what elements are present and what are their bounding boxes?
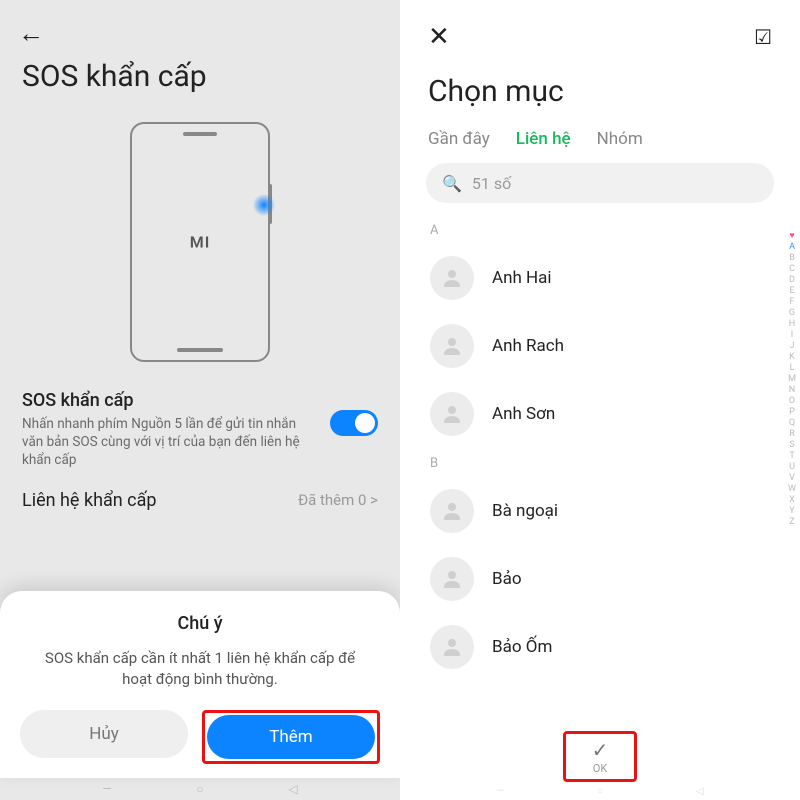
heart-icon[interactable]: ♥ (789, 230, 794, 241)
contact-name: Bảo Ốm (492, 637, 770, 657)
power-button-highlight (253, 194, 275, 216)
add-button-highlight: Thêm (202, 710, 380, 764)
alpha-letter[interactable]: U (789, 462, 795, 472)
alpha-letter[interactable]: R (789, 429, 795, 439)
setting-description: Nhấn nhanh phím Nguồn 5 lần để gửi tin n… (22, 415, 318, 470)
attention-sheet: Chú ý SOS khẩn cấp cần ít nhất 1 liên hệ… (0, 591, 400, 778)
phone-illustration: MI (0, 112, 400, 390)
alpha-letter[interactable]: D (789, 275, 795, 285)
contact-row[interactable]: Bảo Ốm (400, 613, 800, 681)
check-icon[interactable]: ✓ (592, 740, 609, 760)
close-icon[interactable]: ✕ (428, 22, 450, 52)
alpha-letter[interactable]: C (789, 264, 795, 274)
alpha-letter[interactable]: E (789, 286, 794, 296)
search-placeholder: 51 số (472, 174, 511, 193)
alpha-letter[interactable]: L (790, 363, 795, 373)
picker-title: Chọn mục (400, 60, 800, 129)
alpha-letter[interactable]: O (789, 396, 795, 406)
alpha-letter[interactable]: Y (789, 506, 794, 516)
contact-name: Anh Hai (492, 268, 770, 288)
ok-button[interactable]: OK (592, 762, 609, 775)
alpha-letter[interactable]: S (789, 440, 794, 450)
ok-button-highlight: ✓ OK (563, 731, 638, 782)
section-header-b: B (400, 448, 800, 477)
alpha-letter[interactable]: F (790, 297, 795, 307)
alpha-letter[interactable]: J (790, 341, 795, 351)
alpha-letter[interactable]: I (791, 330, 793, 340)
contact-row[interactable]: Bà ngoại (400, 477, 800, 545)
avatar-icon (430, 392, 474, 436)
nav-bar: —○◁ (0, 782, 400, 796)
tab-recent[interactable]: Gần đây (428, 129, 490, 149)
contact-name: Bảo (492, 569, 770, 589)
emergency-contacts-label: Liên hệ khẩn cấp (22, 490, 157, 511)
add-button[interactable]: Thêm (207, 715, 375, 759)
sos-toggle-row: SOS khẩn cấp Nhấn nhanh phím Nguồn 5 lần… (0, 390, 400, 486)
sheet-title: Chú ý (20, 613, 380, 634)
multiselect-icon[interactable]: ☑ (754, 25, 772, 49)
alpha-letter[interactable]: B (789, 253, 795, 263)
setting-title: SOS khẩn cấp (22, 390, 318, 411)
alpha-letter[interactable]: K (789, 352, 795, 362)
contact-row[interactable]: Anh Hai (400, 244, 800, 312)
tab-contacts[interactable]: Liên hệ (516, 129, 571, 149)
emergency-contacts-value: Đã thêm 0 > (298, 491, 378, 509)
tab-groups[interactable]: Nhóm (597, 129, 643, 149)
alpha-letter[interactable]: Z (789, 517, 794, 527)
contact-row[interactable]: Anh Rach (400, 312, 800, 380)
alpha-letter[interactable]: X (789, 495, 795, 505)
contact-row[interactable]: Anh Sơn (400, 380, 800, 448)
alpha-letter[interactable]: H (789, 319, 795, 329)
back-icon[interactable]: ← (18, 18, 382, 49)
alpha-index[interactable]: ♥ A B C D E F G H I J K L M N O P Q R S … (788, 230, 796, 527)
alpha-letter[interactable]: A (789, 242, 795, 252)
sheet-description: SOS khẩn cấp cần ít nhất 1 liên hệ khẩn … (20, 648, 380, 710)
tabs: Gần đây Liên hệ Nhóm (400, 129, 800, 163)
alpha-letter[interactable]: W (788, 484, 796, 494)
section-header-a: A (400, 215, 800, 244)
avatar-icon (430, 489, 474, 533)
search-icon: 🔍 (442, 174, 462, 193)
mi-logo: MI (190, 233, 211, 252)
avatar-icon (430, 557, 474, 601)
page-title: SOS khẩn cấp (0, 49, 400, 112)
contact-row[interactable]: Bảo (400, 545, 800, 613)
alpha-letter[interactable]: P (789, 407, 795, 417)
alpha-letter[interactable]: V (789, 473, 795, 483)
sos-settings-pane: ← SOS khẩn cấp MI SOS khẩn cấp Nhấn nhan… (0, 0, 400, 800)
alpha-letter[interactable]: G (789, 308, 795, 318)
alpha-letter[interactable]: T (789, 451, 794, 461)
contact-name: Anh Sơn (492, 404, 770, 424)
alpha-letter[interactable]: M (788, 374, 796, 384)
avatar-icon (430, 256, 474, 300)
alpha-letter[interactable]: Q (789, 418, 795, 428)
alpha-letter[interactable]: N (789, 385, 795, 395)
contact-name: Anh Rach (492, 336, 770, 356)
emergency-contacts-row[interactable]: Liên hệ khẩn cấp Đã thêm 0 > (0, 486, 400, 521)
search-input[interactable]: 🔍 51 số (426, 163, 774, 203)
avatar-icon (430, 625, 474, 669)
sos-toggle[interactable] (330, 410, 378, 436)
contact-picker-pane: ✕ ☑ Chọn mục Gần đây Liên hệ Nhóm 🔍 51 s… (400, 0, 800, 800)
cancel-button[interactable]: Hủy (20, 710, 188, 758)
avatar-icon (430, 324, 474, 368)
nav-bar: —○◁ (400, 786, 800, 798)
contact-name: Bà ngoại (492, 501, 770, 521)
